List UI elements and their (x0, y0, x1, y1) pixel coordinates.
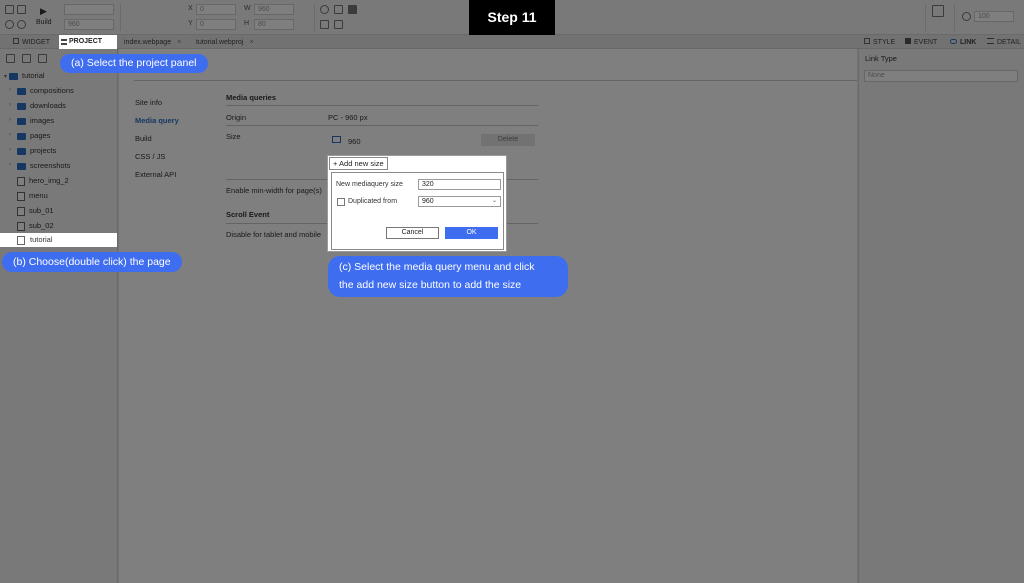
chevron-down-icon: ⌄ (491, 198, 497, 204)
add-size-dialog: + Add new size New mediaquery size 320 D… (327, 155, 507, 252)
dialog-title: + Add new size (329, 157, 388, 170)
callout-a: (a) Select the project panel (60, 54, 208, 73)
tab-project-label: PROJECT (69, 38, 103, 45)
duplicated-checkbox[interactable] (337, 198, 345, 206)
duplicated-from-value: 960 (422, 198, 434, 205)
duplicated-from-select[interactable]: 960 ⌄ (418, 196, 501, 207)
callout-b: (b) Choose(double click) the page (2, 252, 182, 272)
mediaquery-size-input[interactable]: 320 (418, 179, 501, 190)
file-icon (17, 236, 25, 245)
duplicated-from-label: Duplicated from (348, 198, 398, 205)
callout-c: (c) Select the media query menu and clic… (328, 256, 568, 297)
tree-file-tutorial[interactable]: tutorial (0, 233, 117, 247)
tab-project[interactable]: PROJECT (59, 35, 117, 49)
step-badge: Step 11 (469, 0, 555, 35)
callout-c-line2: the add new size button to add the size (339, 279, 522, 291)
cancel-button[interactable]: Cancel (386, 227, 439, 239)
mediaquery-size-label: New mediaquery size (336, 181, 403, 188)
project-icon (61, 39, 67, 45)
callout-c-line1: (c) Select the media query menu and clic… (339, 261, 535, 273)
ok-button[interactable]: OK (445, 227, 498, 239)
dialog-body: New mediaquery size 320 Duplicated from … (331, 172, 504, 250)
tree-item-label: tutorial (30, 235, 53, 244)
